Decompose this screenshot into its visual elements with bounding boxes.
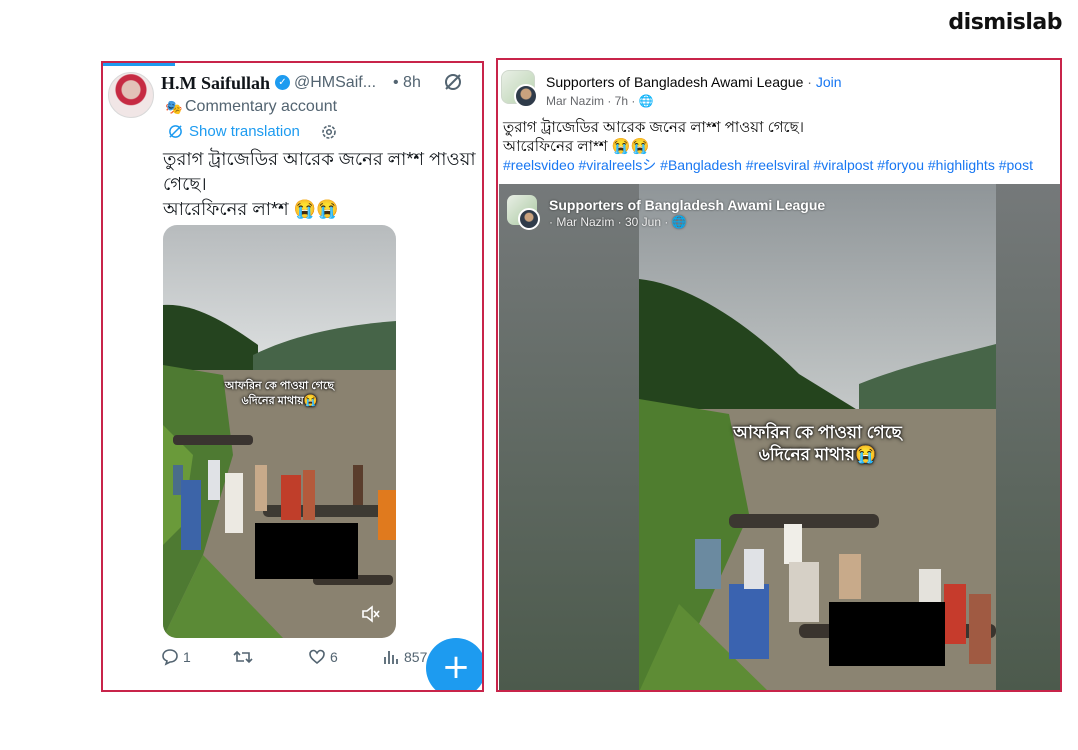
video-author-meta[interactable]: · Mar Nazim · 30 Jun · 🌐	[549, 215, 687, 229]
post-author-meta[interactable]: Mar Nazim · 7h · 🌐	[546, 94, 654, 108]
reply-count: 1	[183, 649, 191, 665]
join-button[interactable]: Join	[816, 74, 842, 90]
views-icon	[384, 651, 398, 664]
post-text: তুরাগ ট্রাজেডির আরেক জনের লা*শ পাওয়া গে…	[163, 147, 476, 222]
avatar[interactable]	[518, 208, 540, 230]
like-count: 6	[330, 649, 338, 665]
author-handle[interactable]: @HMSaif...	[294, 74, 376, 92]
censor-box	[829, 602, 945, 666]
compose-icon: +	[441, 647, 471, 687]
like-icon	[309, 649, 325, 665]
post-video[interactable]: আফরিন কে পাওয়া গেছে ৬দিনের মাথায়😭	[163, 225, 396, 638]
dismislab-logo: dismislab	[948, 10, 1062, 35]
grok-icon[interactable]	[443, 72, 463, 92]
gear-icon[interactable]	[320, 123, 338, 141]
compose-button[interactable]: +	[426, 638, 482, 690]
post-text-line: আরেফিনের লা*শ 😭😭	[503, 138, 650, 155]
x-post-panel: H.M Saifullah ✓ @HMSaif... • 8h 🎭 Commen…	[101, 61, 484, 692]
censor-box	[255, 523, 358, 579]
facebook-post-panel: Supporters of Bangladesh Awami League · …	[496, 58, 1062, 692]
reply-icon	[162, 649, 178, 666]
translate-icon[interactable]	[168, 124, 183, 139]
post-video[interactable]: Supporters of Bangladesh Awami League · …	[499, 184, 1060, 690]
avatar[interactable]	[514, 84, 538, 108]
hashtags[interactable]: #reelsvideo #viralreelsシ #Bangladesh #re…	[503, 155, 1033, 175]
post-text: তুরাগ ট্রাজেডির আরেক জনের লা*শ পাওয়া গে…	[503, 118, 804, 156]
post-text-line: আরেফিনের লা*শ 😭😭	[163, 199, 339, 219]
video-caption-line: ৬দিনের মাথায়😭	[241, 395, 318, 407]
group-header: Supporters of Bangladesh Awami League · …	[546, 74, 842, 90]
post-text-line: গেছে।	[163, 174, 207, 194]
retweet-button[interactable]	[233, 648, 253, 666]
post-text-line: তুরাগ ট্রাজেডির আরেক জনের লা*শ পাওয়া গে…	[503, 119, 805, 136]
separator: ·	[803, 74, 816, 90]
x-loading-bar	[103, 63, 175, 66]
retweet-icon	[233, 650, 253, 664]
commentary-label: Commentary account	[185, 98, 338, 115]
like-button[interactable]: 6	[308, 648, 338, 666]
video-group-name[interactable]: Supporters of Bangladesh Awami League	[549, 197, 825, 213]
views-count: 857	[404, 649, 428, 665]
avatar[interactable]	[108, 72, 154, 118]
show-translation-link[interactable]: Show translation	[189, 123, 300, 140]
post-time[interactable]: • 8h	[393, 74, 421, 92]
reply-button[interactable]: 1	[161, 648, 191, 666]
commentary-mask-icon: 🎭	[165, 99, 183, 115]
video-caption-line: ৬দিনের মাথায়😭	[758, 445, 877, 464]
mute-icon[interactable]	[361, 605, 381, 623]
verified-badge-icon: ✓	[275, 75, 290, 90]
post-text-line: তুরাগ ট্রাজেডির আরেক জনের লা*শ পাওয়া	[163, 149, 476, 169]
author-name[interactable]: H.M Saifullah	[161, 73, 270, 94]
group-name[interactable]: Supporters of Bangladesh Awami League	[546, 74, 803, 90]
views-button[interactable]: 857	[382, 648, 427, 666]
